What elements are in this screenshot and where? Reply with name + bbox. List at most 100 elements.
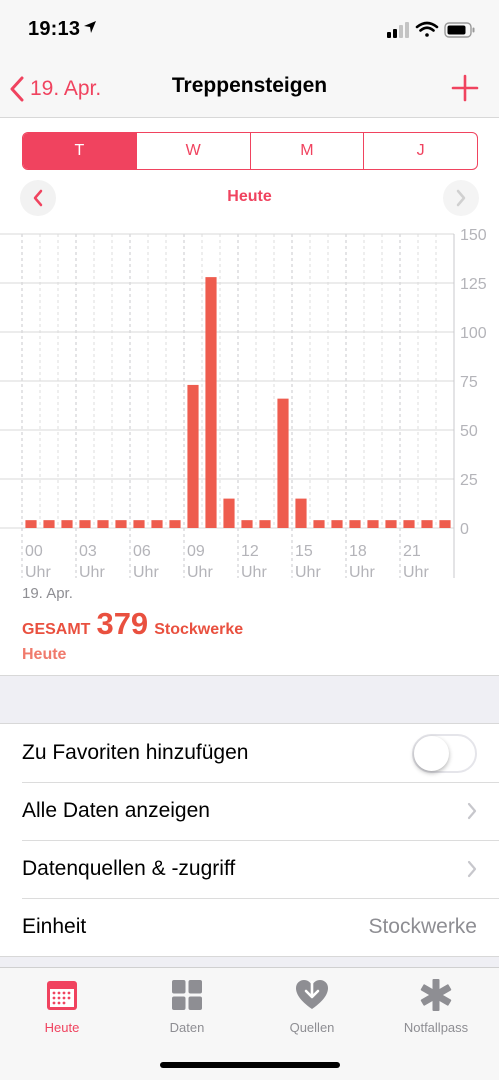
y-tick-label: 150 (460, 227, 487, 244)
y-tick-label: 75 (460, 374, 478, 391)
chevron-left-icon (33, 189, 43, 207)
x-tick-label: 03 (79, 543, 97, 560)
back-button[interactable]: 19. Apr. (10, 74, 101, 104)
favorites-label: Zu Favoriten hinzufügen (22, 741, 249, 764)
tab-daten[interactable]: Daten (132, 978, 242, 1035)
unit-row[interactable]: Einheit Stockwerke (0, 898, 499, 956)
bar (421, 520, 433, 528)
chevron-right-icon (456, 189, 466, 207)
bar (169, 520, 181, 528)
chart-card: T W M J Heute 0 25 50 75 100 125 150 00 Uhr 03 Uhr… (0, 118, 499, 676)
y-tick-label: 50 (460, 423, 478, 440)
bar (331, 520, 343, 528)
bar (43, 520, 55, 528)
stairs-bar-chart: 0 25 50 75 100 125 150 00 Uhr 03 Uhr 06 Uhr 09 Uhr 12 Uh… (0, 222, 499, 582)
calendar-icon (47, 981, 77, 1010)
location-arrow-icon (84, 21, 96, 33)
bar (79, 520, 91, 528)
heart-download-icon (296, 980, 328, 1009)
toggle-knob (414, 736, 449, 771)
chevron-right-icon (467, 802, 477, 820)
x-tick-label: 18 (349, 543, 367, 560)
navigation-bar: 19. Apr. Treppensteigen (0, 60, 499, 118)
x-tick-unit: Uhr (349, 564, 375, 581)
total-value: 379 (96, 606, 149, 641)
data-sources-row[interactable]: Datenquellen & -zugriff (0, 840, 499, 898)
bar (367, 520, 379, 528)
wifi-icon (415, 21, 439, 37)
x-tick-label: 09 (187, 543, 205, 560)
status-time: 19:13 (28, 18, 81, 40)
period-navigator: Heute (0, 178, 499, 218)
bar (151, 520, 163, 528)
bar (439, 520, 451, 528)
bar (313, 520, 325, 528)
tab-label: Daten (169, 1020, 205, 1035)
x-tick-unit: Uhr (241, 564, 267, 581)
back-button-label: 19. Apr. (30, 77, 102, 100)
previous-period-button[interactable] (20, 180, 56, 216)
asterisk-icon (420, 979, 452, 1011)
bar (277, 398, 289, 528)
x-tick-label: 12 (241, 543, 259, 560)
segment-week[interactable]: W (135, 133, 250, 169)
chart-svg: 0 25 50 75 100 125 150 00 Uhr 03 Uhr 06 Uhr 09 Uhr 12 Uh… (0, 227, 487, 581)
total-summary: GESAMT 379 Stockwerke (22, 606, 243, 642)
bar (259, 520, 271, 528)
battery-icon (444, 22, 475, 38)
period-label: Heute (227, 188, 272, 205)
segment-day[interactable]: T (23, 133, 136, 169)
tab-heute[interactable]: Heute (7, 978, 117, 1035)
bar (349, 520, 361, 528)
tab-label: Heute (44, 1020, 80, 1035)
bar (97, 520, 109, 528)
bar (241, 520, 253, 528)
unit-value: Stockwerke (368, 915, 477, 938)
home-indicator (160, 1062, 340, 1068)
x-tick-unit: Uhr (25, 564, 51, 581)
favorites-row: Zu Favoriten hinzufügen (0, 724, 499, 782)
bar (61, 520, 73, 528)
x-tick-label: 00 (25, 543, 43, 560)
unit-label: Einheit (22, 915, 87, 938)
data-sources-label: Datenquellen & -zugriff (22, 857, 236, 880)
bar (115, 520, 127, 528)
all-data-label: Alle Daten anzeigen (22, 799, 210, 822)
total-prefix: GESAMT (22, 621, 91, 638)
favorites-toggle[interactable] (412, 734, 477, 773)
x-tick-unit: Uhr (133, 564, 159, 581)
chevron-left-icon (10, 76, 24, 102)
chart-date: 19. Apr. (22, 585, 73, 602)
total-subtitle: Heute (22, 646, 67, 663)
next-period-button[interactable] (443, 180, 479, 216)
grid-icon (172, 980, 202, 1010)
bar (205, 277, 217, 528)
y-tick-label: 100 (460, 325, 487, 342)
tab-notfallpass[interactable]: Notfallpass (381, 978, 491, 1035)
status-icons (387, 21, 475, 38)
bar (187, 384, 199, 528)
tab-quellen[interactable]: Quellen (257, 978, 367, 1035)
x-tick-label: 21 (403, 543, 421, 560)
x-tick-label: 06 (133, 543, 151, 560)
segment-year[interactable]: J (363, 133, 477, 169)
bar (133, 520, 145, 528)
y-tick-label: 0 (460, 521, 469, 538)
tab-label: Quellen (289, 1020, 335, 1035)
status-bar: 19:13 (0, 0, 499, 60)
bar (223, 498, 235, 528)
segment-month[interactable]: M (249, 133, 364, 169)
bar (295, 498, 307, 528)
bar (403, 520, 415, 528)
all-data-row[interactable]: Alle Daten anzeigen (0, 782, 499, 840)
total-unit: Stockwerke (154, 621, 244, 638)
settings-list: Zu Favoriten hinzufügen Alle Daten anzei… (0, 723, 499, 957)
tab-label: Notfallpass (403, 1020, 469, 1035)
time-range-segmented-control: T W M J (22, 132, 478, 170)
signal-icon (387, 22, 409, 38)
chevron-right-icon (467, 860, 477, 878)
x-tick-unit: Uhr (403, 564, 429, 581)
y-tick-label: 25 (460, 472, 478, 489)
x-tick-unit: Uhr (187, 564, 213, 581)
add-icon[interactable] (451, 74, 479, 102)
